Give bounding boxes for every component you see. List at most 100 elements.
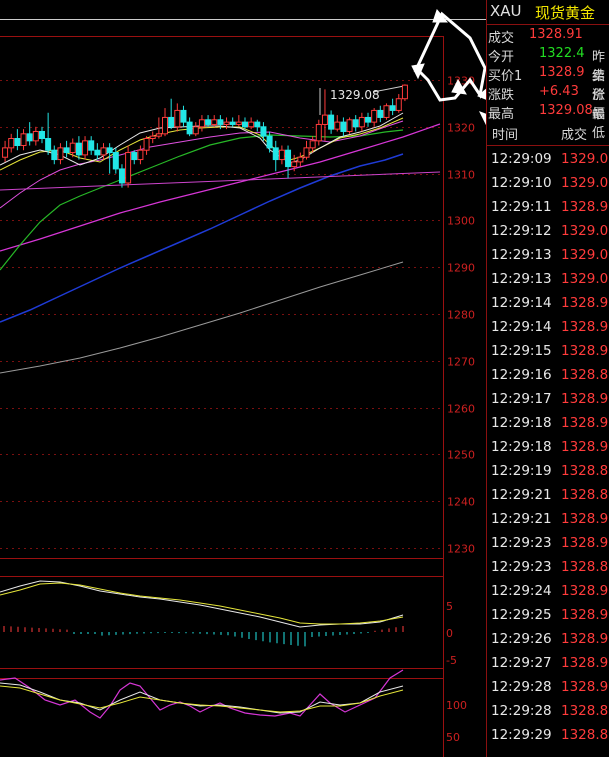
candle [63,140,70,158]
tick-price: 1329.0 [561,223,609,239]
candle [118,164,125,188]
candle [57,143,64,165]
candle [2,140,9,162]
tick-price: 1328.9 [561,535,609,551]
quote-value: 1328.9 [539,65,585,80]
candle-body [94,149,101,156]
candle [303,140,310,160]
price-axis-label: 1290 [447,262,475,275]
quote-header: XAU 现货黄金 [487,0,609,24]
candle [235,115,242,127]
candle-body [321,114,328,125]
candle [229,117,236,127]
candle-body [346,119,353,132]
tick-price: 1329.0 [561,151,609,167]
candle-body [358,116,365,128]
candle-body [340,121,347,132]
tick-price: 1328.9 [561,343,609,359]
candle [340,117,347,137]
quote-value: 1329.08 [539,103,593,118]
tick-time: 12:29:28 [491,679,552,695]
candle-body [223,121,230,125]
tick-time: 12:29:21 [491,511,552,527]
candle-body [26,133,33,142]
candle-body [377,109,384,118]
candle [192,122,199,137]
price-axis-labels: 1330132013101300129012801270126012501240… [447,75,475,556]
candle-body [260,126,267,137]
candle-body [272,147,279,161]
candle-body [137,149,144,161]
kdj-panel: 100 50 [0,669,467,744]
tick-price: 1328.9 [561,199,609,215]
candle-body [32,130,39,142]
ticks-header-time: 时间 [492,128,519,143]
tick-price: 1328.9 [561,295,609,311]
candle [334,115,341,132]
tick-row: 12:29:25 1328.9 [487,604,609,628]
candle-body [155,133,162,137]
kdj-axis-100: 100 [446,699,467,712]
ma-blue-line [0,153,404,323]
candle [180,105,187,127]
price-axis-label: 1320 [447,122,475,135]
tick-price: 1329.0 [561,271,609,287]
candle [365,112,372,127]
macd-axis-5: 5 [446,600,453,613]
tick-row: 12:29:14 1328.9 [487,316,609,340]
candle [88,136,95,155]
ticks-header: 时间 成交 [487,119,609,146]
candle-body [248,121,255,128]
candle [137,145,144,165]
kdj-yellow-line [0,685,404,713]
tick-price: 1328.8 [561,727,609,743]
tick-price: 1328.9 [561,439,609,455]
candle [278,145,285,165]
candle-body [162,116,169,135]
price-axis-label: 1240 [447,496,475,509]
candle-body [45,138,52,151]
candle-body [125,152,132,184]
candle [131,150,138,165]
tick-row: 12:29:21 1328.8 [487,484,609,508]
candle [321,89,328,141]
macd-axis-0: 0 [446,627,453,640]
candle [51,145,58,165]
tick-row: 12:29:16 1328.8 [487,364,609,388]
candle [26,122,33,146]
candle [297,152,304,167]
tick-time: 12:29:13 [491,247,552,263]
macd-white-line [0,580,404,628]
candle-body [291,161,298,168]
candle-body [112,152,119,170]
candle-body [118,168,125,184]
candle [32,126,39,146]
candle-body [229,121,236,125]
ma-pink-line [0,120,404,209]
candle [352,115,359,132]
quote-value: 1328.91 [529,27,583,42]
tick-time: 12:29:10 [491,175,552,191]
ticks-header-price: 成交 [561,128,588,143]
candle [211,115,218,127]
tick-row: 12:29:26 1328.9 [487,628,609,652]
candle-body [75,142,82,156]
candle [149,131,156,144]
tick-row: 12:29:21 1328.9 [487,508,609,532]
candle-body [334,121,341,130]
tick-price: 1328.8 [561,367,609,383]
tick-row: 12:29:12 1329.0 [487,220,609,244]
candle [94,143,101,160]
tick-time: 12:29:29 [491,727,552,743]
candle [186,117,193,137]
tick-price: 1328.9 [561,679,609,695]
candle [82,136,89,160]
tick-row: 12:29:23 1328.9 [487,532,609,556]
candle [315,119,322,146]
candle-body [143,138,150,151]
candle [254,119,261,132]
tick-row: 12:29:09 1329.0 [487,148,609,172]
instrument-name: 现货黄金 [535,4,596,22]
price-axis-label: 1270 [447,356,475,369]
price-axis-label: 1280 [447,309,475,322]
